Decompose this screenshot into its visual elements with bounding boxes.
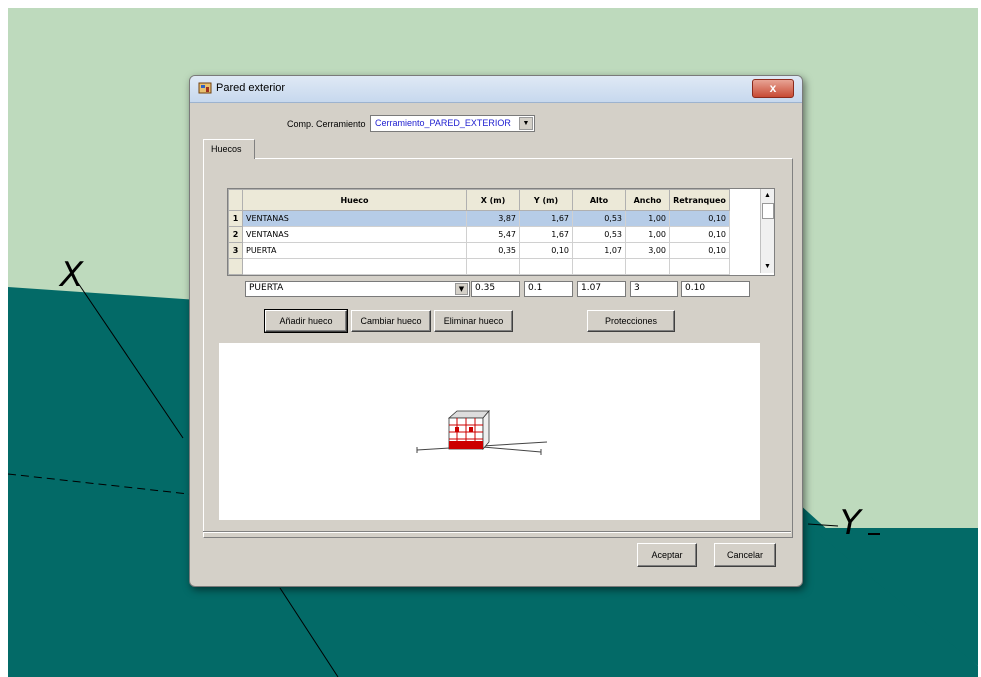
close-button[interactable]: x [752,79,794,98]
corner-cell [228,189,243,211]
retranqueo-input-value: 0.10 [685,283,706,293]
title-bar[interactable]: Pared exterior x [190,76,802,103]
cell-hueco[interactable] [242,258,467,275]
cell-retranqueo[interactable] [669,258,730,275]
cell-hueco[interactable]: PUERTA [242,242,467,259]
huecos-grid[interactable]: Hueco X (m) Y (m) Alto Ancho Retranqueo … [227,188,775,276]
cell-retranqueo[interactable]: 0,10 [669,242,730,259]
building-preview-drawing [416,409,548,455]
column-header[interactable]: Y (m) [519,189,573,211]
x-input-value: 0.35 [475,283,496,293]
building-preview[interactable] [219,343,760,520]
cell-hueco[interactable]: VENTANAS [242,226,467,243]
column-header[interactable]: Retranqueo [669,189,730,211]
alto-input[interactable]: 1.07 [577,281,626,297]
cell-x[interactable]: 3,87 [466,210,520,227]
chevron-down-icon[interactable]: ▼ [762,261,773,272]
dialog-title: Pared exterior [216,82,286,94]
ancho-input-value: 3 [634,283,640,293]
column-header[interactable]: Alto [572,189,626,211]
cell-x[interactable]: 0,35 [466,242,520,259]
app-icon [198,82,212,94]
cell-ancho[interactable]: 1,00 [625,226,670,243]
comp-cerramiento-value: Cerramiento_PARED_EXTERIOR [375,118,511,128]
y-input-value: 0.1 [528,283,543,293]
chevron-up-icon[interactable]: ▲ [762,190,773,201]
chevron-down-icon[interactable]: ▼ [519,117,533,130]
cell-y[interactable]: 0,10 [519,242,573,259]
huecos-table: Hueco X (m) Y (m) Alto Ancho Retranqueo … [228,189,730,275]
x-input[interactable]: 0.35 [471,281,520,297]
pared-exterior-dialog: Pared exterior x Comp. Cerramiento Cerra… [189,75,803,587]
row-number[interactable]: 1 [228,210,243,227]
comp-cerramiento-label: Comp. Cerramiento [287,119,366,129]
cell-alto[interactable]: 1,07 [572,242,626,259]
tab-huecos-label: Huecos [211,144,242,154]
cell-alto[interactable]: 0,53 [572,226,626,243]
cell-ancho[interactable] [625,258,670,275]
table-header-row: Hueco X (m) Y (m) Alto Ancho Retranqueo [228,189,730,211]
cancel-button[interactable]: Cancelar [714,543,776,567]
y-input[interactable]: 0.1 [524,281,573,297]
table-row[interactable]: 2 VENTANAS 5,47 1,67 0,53 1,00 0,10 [228,226,730,243]
comp-cerramiento-select[interactable]: Cerramiento_PARED_EXTERIOR ▼ [370,115,535,132]
accept-button[interactable]: Aceptar [637,543,697,567]
table-row-empty[interactable] [228,258,730,275]
column-header[interactable]: Hueco [242,189,467,211]
chevron-down-icon[interactable]: ▼ [455,283,468,295]
delete-hueco-button[interactable]: Eliminar hueco [434,310,513,332]
axis-x-label: X [60,255,84,295]
cell-retranqueo[interactable]: 0,10 [669,226,730,243]
column-header[interactable]: Ancho [625,189,670,211]
cell-alto[interactable]: 0,53 [572,210,626,227]
alto-input-value: 1.07 [581,283,602,293]
row-number[interactable]: 2 [228,226,243,243]
cell-ancho[interactable]: 1,00 [625,210,670,227]
retranqueo-input[interactable]: 0.10 [681,281,750,297]
cell-x[interactable]: 5,47 [466,226,520,243]
column-header[interactable]: X (m) [466,189,520,211]
add-hueco-button[interactable]: Añadir hueco [264,309,348,333]
close-icon: x [769,81,777,95]
hueco-select[interactable]: PUERTA ▼ [245,281,470,297]
cell-y[interactable]: 1,67 [519,226,573,243]
hueco-select-value: PUERTA [249,283,284,293]
cell-y[interactable]: 1,67 [519,210,573,227]
cell-hueco[interactable]: VENTANAS [242,210,467,227]
tab-huecos[interactable]: Huecos [203,139,255,159]
cell-ancho[interactable]: 3,00 [625,242,670,259]
protecciones-button[interactable]: Protecciones [587,310,675,332]
table-row[interactable]: 3 PUERTA 0,35 0,10 1,07 3,00 0,10 [228,242,730,259]
grid-scrollbar[interactable]: ▲ ▼ [760,189,774,273]
cell-x[interactable] [466,258,520,275]
table-row[interactable]: 1 VENTANAS 3,87 1,67 0,53 1,00 0,10 [228,210,730,227]
row-number[interactable]: 3 [228,242,243,259]
cell-retranqueo[interactable]: 0,10 [669,210,730,227]
axis-y-tick [868,533,880,535]
cell-y[interactable] [519,258,573,275]
axis-y-label: Y [840,503,861,543]
scroll-thumb[interactable] [762,203,774,219]
change-hueco-button[interactable]: Cambiar hueco [351,310,431,332]
separator [203,531,791,533]
row-number[interactable] [228,258,243,275]
ancho-input[interactable]: 3 [630,281,678,297]
cell-alto[interactable] [572,258,626,275]
